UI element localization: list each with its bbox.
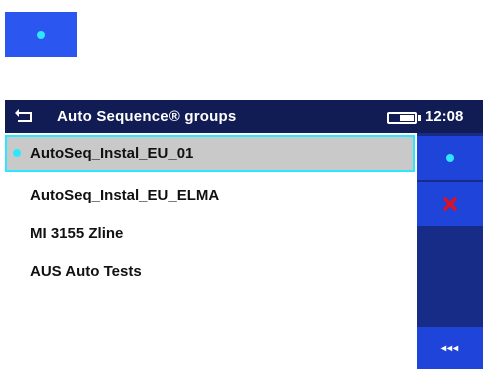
select-button[interactable] [417, 136, 483, 180]
list-item[interactable]: MI 3155 Zline [5, 215, 415, 251]
selected-dot-icon [13, 149, 21, 157]
header-bar: Auto Sequence® groups 12:08 [5, 100, 483, 133]
instrument-screen: Auto Sequence® groups 12:08 AutoSeq_Inst… [5, 100, 483, 369]
list-item-label: AutoSeq_Instal_EU_ELMA [30, 186, 220, 204]
more-options-icon: ◂◂◂ [440, 342, 460, 354]
list-item-label: AUS Auto Tests [30, 262, 142, 280]
select-button-preview [5, 12, 77, 57]
back-arrow-icon [15, 108, 32, 122]
delete-x-icon [443, 197, 457, 211]
list-item[interactable]: AutoSeq_Instal_EU_01 [5, 135, 415, 172]
page-title: Auto Sequence® groups [57, 108, 237, 125]
battery-icon [387, 111, 423, 125]
select-dot-icon [446, 154, 454, 162]
list-item-label: MI 3155 Zline [30, 224, 124, 242]
list-item-label: AutoSeq_Instal_EU_01 [30, 145, 194, 162]
empty-toolbar-slot [417, 228, 483, 325]
select-dot-icon [37, 30, 45, 39]
side-toolbar: ◂◂◂ [417, 133, 483, 369]
list-item[interactable]: AUS Auto Tests [5, 253, 415, 289]
list-item[interactable]: AutoSeq_Instal_EU_ELMA [5, 177, 415, 213]
clock: 12:08 [425, 108, 464, 125]
more-options-button[interactable]: ◂◂◂ [417, 327, 483, 369]
back-button[interactable] [9, 100, 41, 133]
group-list: AutoSeq_Instal_EU_01 AutoSeq_Instal_EU_E… [5, 133, 417, 369]
delete-button[interactable] [417, 182, 483, 226]
